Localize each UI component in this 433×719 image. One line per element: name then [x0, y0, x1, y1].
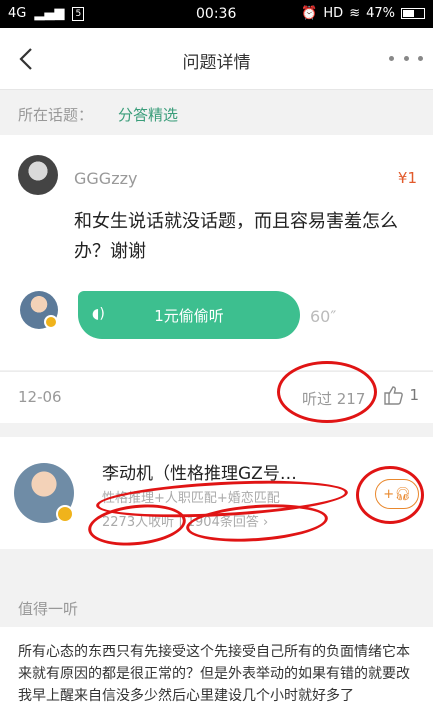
wifi-icon: ≋ — [349, 6, 361, 21]
nav-bar: 问题详情 — [0, 28, 433, 90]
audio-duration: 60″ — [310, 307, 337, 326]
headphones-icon: 🎧︎ — [394, 486, 411, 502]
battery-level: 47% — [366, 6, 395, 21]
sim-icon: 5 — [72, 6, 85, 21]
clock: 00:36 — [196, 6, 237, 22]
question-price: ¥1 — [397, 169, 417, 187]
alarm-icon: ⏰ — [301, 6, 318, 21]
topic-link[interactable]: 分答精选 — [118, 104, 178, 125]
like-button[interactable]: 1 — [383, 384, 419, 406]
verified-badge-icon — [56, 505, 74, 523]
status-bar: 4G ▂▄▆ 5 00:36 ⏰ HD ≋ 47% — [0, 0, 433, 28]
network-indicator: 4G — [8, 6, 27, 21]
asker-avatar[interactable] — [18, 155, 58, 195]
topic-bar: 所在话题： 分答精选 — [0, 91, 433, 135]
page-title: 问题详情 — [182, 53, 251, 73]
question-text: 和女生说话就没话题，而且容易害羞怎么办？谢谢 — [74, 211, 398, 262]
question-date: 12-06 — [18, 388, 62, 406]
follower-count: 2273人收听 — [102, 515, 175, 530]
verified-badge-icon — [44, 315, 58, 329]
listen-count: 听过 217 — [302, 390, 366, 408]
excerpt-text: 所有心态的东西只有先接受这个先接受自己所有的负面情绪它本来就有原因的都是很正常的… — [18, 644, 410, 704]
hd-indicator: HD — [323, 6, 344, 21]
chevron-right-icon: › — [262, 515, 269, 530]
like-count: 1 — [409, 386, 419, 404]
stats-divider: | — [178, 515, 187, 530]
sound-wave-icon: ◖) — [92, 306, 105, 322]
answerer-name[interactable]: 李动机（性格推理GZ号… — [102, 459, 362, 484]
listen-button[interactable]: ◖) 1元偷偷听 — [78, 291, 300, 339]
follow-button[interactable]: + 🎧︎ — [375, 479, 419, 509]
answerer-stats: 2273人收听 | 1904条回答 › — [102, 511, 268, 530]
thumbs-up-icon — [384, 386, 404, 405]
topic-label: 所在话题： — [18, 106, 94, 124]
question-meta: 12-06 听过 217 1 — [0, 371, 433, 423]
excerpt-card[interactable]: 所有心态的东西只有先接受这个先接受自己所有的负面情绪它本来就有原因的都是很正常的… — [0, 627, 433, 719]
follow-button-label: + — [383, 486, 395, 502]
answerer-tags: 性格推理+人职匹配+婚恋匹配 — [102, 491, 280, 506]
answer-count: 1904条回答 — [186, 515, 259, 530]
signal-icon: ▂▄▆ — [34, 6, 65, 21]
asker-name[interactable]: GGGzzy — [74, 169, 137, 188]
section-title: 值得一听 — [18, 600, 79, 618]
listen-button-label: 1元偷偷听 — [154, 306, 224, 325]
battery-icon — [401, 8, 425, 19]
answerer-card[interactable]: 李动机（性格推理GZ号… 性格推理+人职匹配+婚恋匹配 2273人收听 | 19… — [0, 437, 433, 549]
more-icon[interactable] — [389, 46, 423, 70]
question-card: GGGzzy ¥1 和女生说话就没话题，而且容易害羞怎么办？谢谢 ◖) 1元偷偷… — [0, 135, 433, 370]
